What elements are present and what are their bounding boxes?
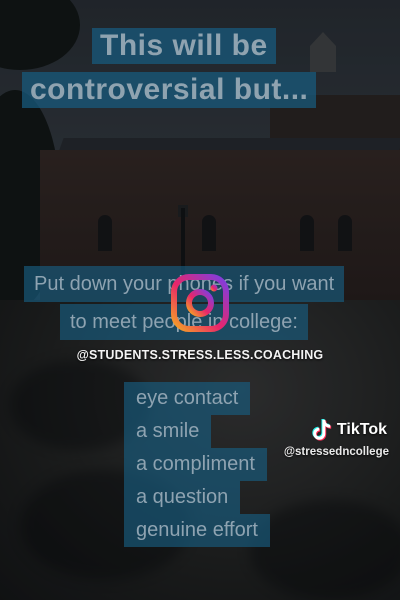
tiktok-username: @stressedncollege: [283, 446, 389, 458]
tiktok-watermark: TikTok @stressedncollege: [260, 418, 395, 458]
list-item: a question: [124, 481, 241, 514]
list-item: genuine effort: [124, 514, 270, 547]
list-item: eye contact: [124, 382, 251, 415]
instagram-logo-icon: [171, 274, 229, 332]
tiktok-brand: TikTok: [336, 421, 387, 438]
title-line-1: This will be: [92, 28, 276, 64]
tiktok-note-icon: [312, 418, 332, 441]
list-item: a smile: [124, 415, 212, 448]
instagram-handle: @STUDENTS.STRESS.LESS.COACHING: [76, 348, 324, 362]
title-line-2: controversial but...: [22, 72, 317, 108]
list-item: a compliment: [124, 448, 267, 481]
video-frame: This will be controversial but... Put do…: [0, 0, 400, 600]
